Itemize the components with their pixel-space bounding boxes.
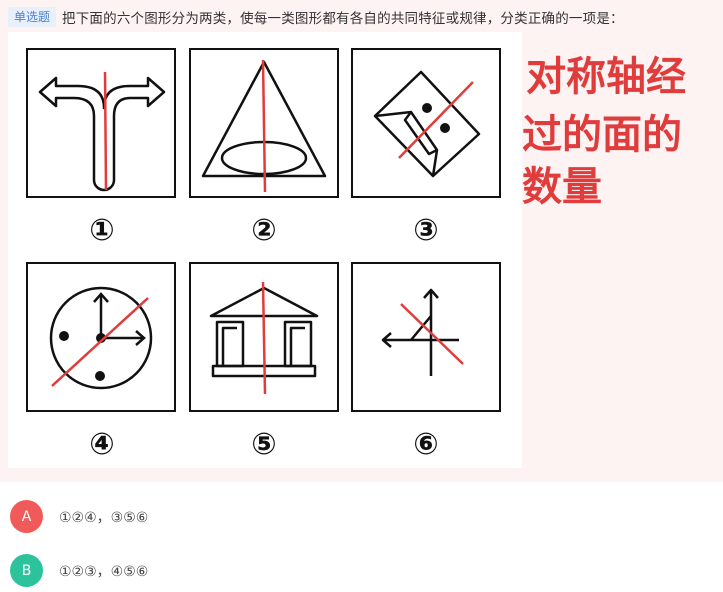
question-text: 把下面的六个图形分为两类，使每一类图形都有各自的共同特征或规律，分类正确的一项是…: [62, 11, 624, 27]
figure-number-2: ②: [251, 213, 277, 248]
option-b[interactable]: B ①②③，④⑤⑥: [10, 554, 148, 587]
option-b-text[interactable]: ①②③，④⑤⑥: [59, 561, 148, 581]
figure-3: [351, 48, 501, 198]
figure-6: [351, 262, 501, 412]
figure-2: [189, 48, 339, 198]
option-a-badge[interactable]: A: [10, 500, 43, 533]
figure-number-5: ⑤: [251, 427, 277, 462]
question-header: 单选题 把下面的六个图形分为两类，使每一类图形都有各自的共同特征或规律，分类正确…: [8, 6, 624, 28]
question-area: 单选题 把下面的六个图形分为两类，使每一类图形都有各自的共同特征或规律，分类正确…: [0, 0, 723, 482]
option-a-text[interactable]: ①②④，③⑤⑥: [59, 507, 148, 527]
figure-4: [26, 262, 176, 412]
figure-number-4: ④: [89, 427, 115, 462]
handwritten-annotation: 对称轴经 过的面的 数量: [522, 50, 722, 220]
figure-number-6: ⑥: [413, 427, 439, 462]
figure-5: [189, 262, 339, 412]
annotation-line-1: 对称轴经: [526, 54, 686, 100]
figure-number-1: ①: [89, 213, 115, 248]
annotation-line-3: 数量: [522, 164, 602, 210]
question-type-tag: 单选题: [8, 7, 57, 27]
annotation-line-2: 过的面的: [522, 112, 682, 158]
figure-1: [26, 48, 176, 198]
figure-number-3: ③: [413, 213, 439, 248]
option-b-badge[interactable]: B: [10, 554, 43, 587]
option-a[interactable]: A ①②④，③⑤⑥: [10, 500, 148, 533]
figure-panel: ① ② ③ ④ ⑤ ⑥: [8, 32, 522, 468]
